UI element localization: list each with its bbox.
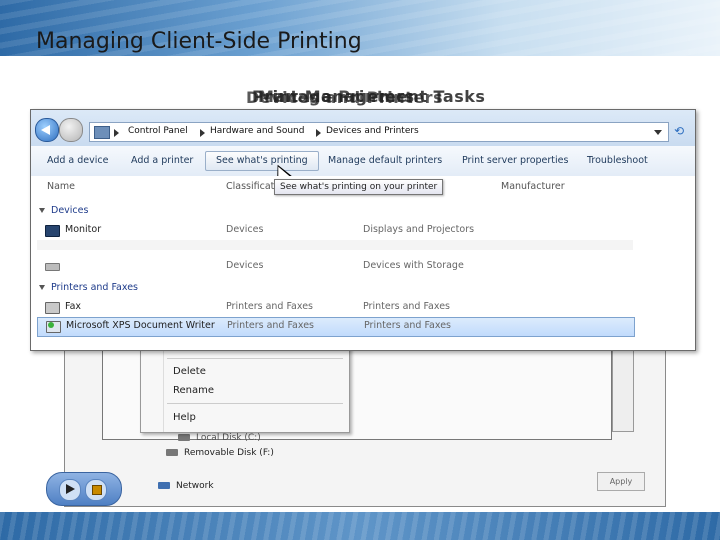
context-menu-delete[interactable]: Delete [173, 366, 206, 377]
stop-icon [92, 485, 102, 495]
control-panel-icon [94, 126, 110, 139]
group-header-printers-and-faxes[interactable]: Printers and Faxes [39, 282, 138, 293]
list-item-spacer [37, 240, 633, 250]
network-icon [158, 482, 170, 489]
slide-title: Managing Client-Side Printing [36, 29, 362, 54]
see-whats-printing-button[interactable]: See what's printing [205, 151, 319, 171]
manage-default-printers-button[interactable]: Manage default printers [328, 155, 442, 166]
monitor-icon [45, 225, 60, 237]
media-controls [46, 472, 122, 506]
print-server-properties-button[interactable]: Print server properties [462, 155, 568, 166]
breadcrumb-control-panel[interactable]: Control Panel [128, 126, 188, 136]
breadcrumb-arrow-icon[interactable] [200, 129, 205, 137]
heading-manage-printers: Manage Printers [258, 87, 415, 106]
breadcrumb-hardware-and-sound[interactable]: Hardware and Sound [210, 126, 304, 136]
breadcrumb-arrow-icon[interactable] [114, 129, 119, 137]
tree-item-removable-disk[interactable]: Removable Disk (F:) [166, 448, 274, 458]
removable-disk-icon [166, 449, 178, 456]
add-device-button[interactable]: Add a device [47, 155, 108, 166]
address-field[interactable]: Control Panel Hardware and Sound Devices… [89, 122, 669, 142]
refresh-icon[interactable]: ⟲ [671, 123, 687, 139]
list-item[interactable]: Monitor Devices Displays and Projectors [37, 222, 633, 240]
chevron-down-icon[interactable] [654, 130, 662, 135]
breadcrumb-devices-and-printers[interactable]: Devices and Printers [326, 126, 419, 136]
context-menu-rename[interactable]: Rename [173, 385, 214, 396]
command-bar: Add a device Add a printer See what's pr… [31, 146, 695, 177]
address-bar: Control Panel Hardware and Sound Devices… [31, 110, 695, 146]
context-menu-help[interactable]: Help [173, 412, 196, 423]
tree-item-network[interactable]: Network [158, 481, 214, 491]
slide-footer-band [0, 512, 720, 540]
fax-icon [45, 302, 60, 314]
column-classification[interactable]: Classificat [226, 181, 274, 192]
list-item-selected[interactable]: Microsoft XPS Document Writer Printers a… [37, 317, 635, 337]
add-printer-button[interactable]: Add a printer [131, 155, 193, 166]
disk-icon [45, 263, 60, 271]
list-item[interactable]: Fax Printers and Faxes Printers and Faxe… [37, 299, 633, 317]
apply-button[interactable]: Apply [597, 472, 645, 491]
back-button[interactable] [35, 118, 59, 142]
troubleshoot-button[interactable]: Troubleshoot [587, 155, 648, 166]
collapse-icon [39, 285, 45, 290]
group-header-devices[interactable]: Devices [39, 205, 88, 216]
tree-item-local-disk[interactable]: Local Disk (C:) [178, 433, 261, 443]
printer-icon [46, 321, 61, 333]
column-name[interactable]: Name [47, 181, 75, 192]
tooltip: See what's printing on your printer [274, 179, 444, 195]
devices-and-printers-window: Control Panel Hardware and Sound Devices… [30, 109, 696, 351]
column-manufacturer[interactable]: Manufacturer [501, 181, 565, 192]
forward-button[interactable] [59, 118, 83, 142]
collapse-icon [39, 208, 45, 213]
context-menu: Delete Rename Help [140, 345, 350, 433]
drive-icon [178, 434, 190, 441]
play-icon [66, 484, 75, 494]
list-item[interactable]: Devices Devices with Storage [37, 258, 633, 276]
breadcrumb-arrow-icon[interactable] [316, 129, 321, 137]
